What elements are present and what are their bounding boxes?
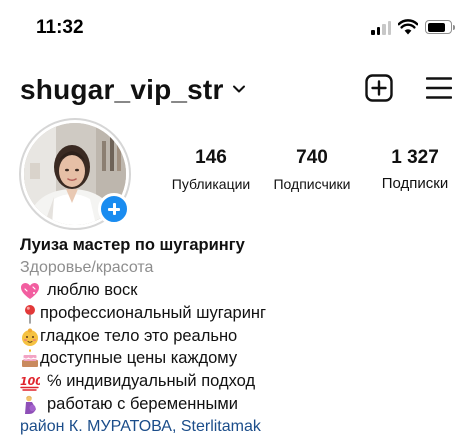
- bio-line: профессиональный шугаринг: [20, 302, 460, 325]
- cellular-signal-icon: [371, 21, 391, 35]
- bio-line: люблю воск: [20, 279, 460, 302]
- bio-line: гладкое тело это реально: [20, 325, 460, 348]
- pushpin-icon: [25, 304, 35, 324]
- battery-cap: [453, 25, 455, 30]
- bio-line-text: гладкое тело это реально: [40, 326, 238, 345]
- chevron-down-icon[interactable]: [232, 82, 246, 96]
- status-time: 11:32: [36, 17, 84, 38]
- baby-face-icon: [22, 328, 38, 346]
- bio-line: 100 ℅ индивидуальный подход: [20, 370, 460, 393]
- svg-text:100: 100: [20, 375, 40, 388]
- username-switcher[interactable]: shugar_vip_str: [20, 74, 224, 106]
- status-bar: 11:32: [0, 0, 474, 60]
- bio-line-text: профессиональный шугаринг: [40, 303, 267, 322]
- stat-posts[interactable]: 146 Публикации: [165, 146, 257, 194]
- new-post-icon[interactable]: [365, 74, 393, 102]
- bio-line: доступные цены каждому: [20, 347, 460, 370]
- stat-posts-value: 146: [195, 147, 227, 168]
- profile-bio: Луиза мастер по шугарингу Здоровье/красо…: [20, 234, 460, 438]
- profile-category: Здоровье/красота: [20, 259, 154, 276]
- bio-line-text: ℅ индивидуальный подход: [47, 372, 256, 391]
- heart-icon: [21, 283, 39, 299]
- profile-full-name: Луиза мастер по шугарингу: [20, 236, 245, 254]
- battery-icon: [425, 20, 452, 34]
- stat-following-value: 1 327: [391, 147, 439, 168]
- stat-posts-label: Публикации: [171, 176, 251, 192]
- profile-location-link[interactable]: район К. МУРАТОВА, Sterlitamak: [20, 416, 460, 438]
- stat-followers[interactable]: 740 Подписчики: [267, 146, 357, 194]
- cake-icon: [22, 349, 38, 368]
- stat-following[interactable]: 1 327 Подписки: [370, 146, 460, 194]
- bio-line-text: доступные цены каждому: [40, 349, 238, 368]
- wifi-icon: [398, 19, 418, 35]
- pregnant-woman-icon: [25, 395, 36, 414]
- profile-header: shugar_vip_str: [0, 60, 474, 118]
- bio-line: работаю с беременными: [20, 393, 460, 416]
- bio-line-text: люблю воск: [47, 281, 138, 299]
- menu-icon[interactable]: [426, 76, 452, 100]
- stat-followers-value: 740: [296, 147, 328, 168]
- bio-line-text: работаю с беременными: [47, 394, 238, 413]
- stat-followers-label: Подписчики: [273, 176, 351, 192]
- add-story-button[interactable]: [98, 193, 130, 225]
- hundred-points-icon: 100: [20, 375, 40, 391]
- stat-following-label: Подписки: [381, 175, 449, 192]
